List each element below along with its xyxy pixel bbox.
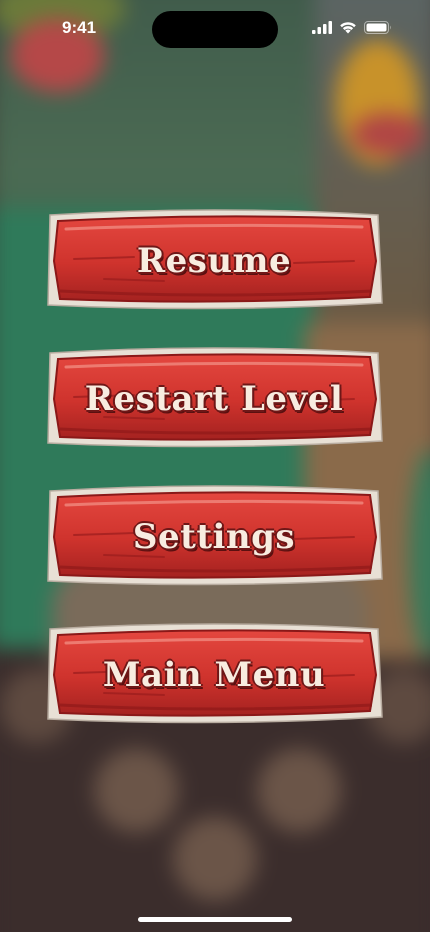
settings-label: Settings <box>132 517 296 557</box>
resume-label: Resume <box>136 241 292 281</box>
restart-level-label: Restart Level <box>84 379 344 419</box>
status-icons <box>312 20 392 36</box>
battery-icon <box>364 19 392 38</box>
status-time: 9:41 <box>62 18 97 37</box>
signal-icon <box>312 19 332 38</box>
status-bar: 9:41 <box>0 0 430 54</box>
pause-screen: 9:41 Resume Restart Level Settings Main … <box>0 0 430 932</box>
wifi-icon <box>339 19 357 38</box>
main-menu-button[interactable]: Main Menu <box>44 621 384 729</box>
resume-button[interactable]: Resume <box>44 207 384 315</box>
main-menu-label: Main Menu <box>102 655 326 695</box>
restart-level-button[interactable]: Restart Level <box>44 345 384 453</box>
settings-button[interactable]: Settings <box>44 483 384 591</box>
home-indicator[interactable] <box>138 917 292 922</box>
dynamic-island <box>152 11 278 48</box>
pause-menu: Resume Restart Level Settings Main Menu <box>44 207 384 759</box>
